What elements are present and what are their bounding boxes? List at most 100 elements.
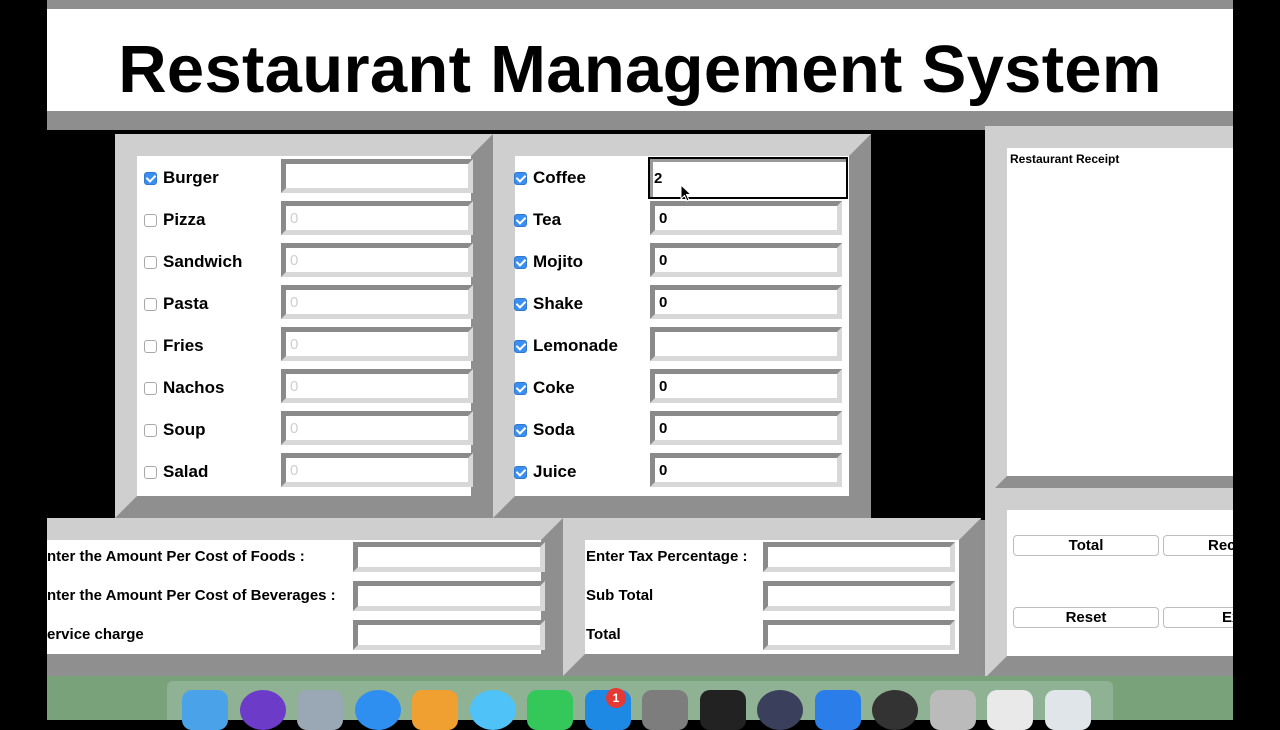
subtotal-field[interactable] <box>763 581 955 611</box>
drink-checkbox[interactable] <box>514 213 527 227</box>
app-store-badge: 1 <box>606 688 626 708</box>
food-row: Pizza <box>144 207 206 233</box>
drink-quantity-field[interactable]: 0 <box>650 285 842 319</box>
drink-row: Juice <box>514 459 576 485</box>
food-row: Burger <box>144 165 219 191</box>
food-label: Pasta <box>163 294 209 313</box>
food-label: Burger <box>163 168 219 187</box>
tax-field[interactable] <box>763 542 955 572</box>
food-row: Pasta <box>144 291 208 317</box>
trash-icon[interactable] <box>1044 690 1091 730</box>
eclipse-icon[interactable] <box>757 690 803 730</box>
food-checkbox[interactable] <box>144 297 157 311</box>
service-charge-label: ervice charge <box>47 626 144 643</box>
drink-quantity-field[interactable]: 0 <box>650 201 842 235</box>
food-quantity-field[interactable]: 0 <box>281 411 473 445</box>
system-preferences-icon[interactable] <box>642 690 688 730</box>
photos-icon[interactable] <box>412 690 458 730</box>
food-label: Sandwich <box>163 252 243 271</box>
tax-label: Enter Tax Percentage : <box>586 548 748 565</box>
receipt-title: Restaurant Receipt <box>1010 152 1120 166</box>
food-quantity-field[interactable]: 0 <box>281 201 473 235</box>
food-row: Salad <box>144 459 208 485</box>
buttons-panel <box>985 488 1233 678</box>
food-quantity-field[interactable]: 0 <box>281 285 473 319</box>
messages-icon[interactable] <box>469 690 516 730</box>
drink-checkbox[interactable] <box>514 171 527 185</box>
subtotal-label: Sub Total <box>586 587 654 604</box>
drink-row: Coke <box>514 375 575 401</box>
food-checkbox[interactable] <box>144 381 157 395</box>
receipt-button[interactable]: Rec <box>1163 535 1233 556</box>
food-label: Fries <box>163 336 204 355</box>
food-quantity-field[interactable]: 0 <box>281 327 473 361</box>
food-label: Salad <box>163 462 209 481</box>
food-label: Nachos <box>163 378 225 397</box>
beverage-cost-label: nter the Amount Per Cost of Beverages : <box>47 587 336 604</box>
drink-row: Coffee <box>514 165 586 191</box>
service-charge-field[interactable] <box>353 620 545 650</box>
title-banner: Restaurant Management System <box>47 9 1233 111</box>
drink-quantity-field[interactable]: 0 <box>650 453 842 487</box>
food-checkbox[interactable] <box>144 171 157 185</box>
keynote-icon[interactable] <box>814 690 861 730</box>
drink-label: Juice <box>533 462 577 481</box>
drink-quantity-field[interactable]: 2 <box>648 157 848 199</box>
food-checkbox[interactable] <box>144 465 157 479</box>
script-editor-icon[interactable] <box>929 690 976 730</box>
drink-checkbox[interactable] <box>514 381 527 395</box>
total-button[interactable]: Total <box>1013 535 1159 556</box>
launchpad-icon[interactable] <box>297 690 343 730</box>
food-checkbox[interactable] <box>144 213 157 227</box>
food-checkbox[interactable] <box>144 255 157 269</box>
drink-row: Soda <box>514 417 575 443</box>
drink-quantity-field[interactable]: 0 <box>650 411 842 445</box>
drink-quantity-field[interactable] <box>650 327 842 361</box>
exit-button[interactable]: Ex <box>1163 607 1233 628</box>
total-field[interactable] <box>763 620 955 650</box>
drink-checkbox[interactable] <box>514 297 527 311</box>
receipt-panel: Restaurant Receipt <box>985 126 1233 498</box>
drink-checkbox[interactable] <box>514 339 527 353</box>
quicktime-icon[interactable] <box>872 690 918 730</box>
food-row: Soup <box>144 417 206 443</box>
drink-label: Coke <box>533 378 575 397</box>
drink-label: Soda <box>533 420 575 439</box>
drink-quantity-field[interactable]: 0 <box>650 243 842 277</box>
beverage-cost-field[interactable] <box>353 581 545 611</box>
food-quantity-field[interactable]: 0 <box>281 453 473 487</box>
food-row: Nachos <box>144 375 224 401</box>
food-cost-field[interactable] <box>353 542 545 572</box>
drink-row: Shake <box>514 291 583 317</box>
preview-icon[interactable] <box>987 690 1033 730</box>
mouse-pointer-icon <box>680 184 692 202</box>
drink-quantity-field[interactable]: 0 <box>650 369 842 403</box>
terminal-icon[interactable] <box>699 690 746 730</box>
food-quantity-field[interactable] <box>281 159 473 193</box>
food-cost-label: nter the Amount Per Cost of Foods : <box>47 548 305 565</box>
food-quantity-field[interactable]: 0 <box>281 369 473 403</box>
drink-checkbox[interactable] <box>514 423 527 437</box>
food-row: Sandwich <box>144 249 242 275</box>
food-quantity-field[interactable]: 0 <box>281 243 473 277</box>
app-window: Restaurant Management System Burger Pizza… <box>47 0 1233 720</box>
safari-icon[interactable] <box>354 690 401 730</box>
reset-button[interactable]: Reset <box>1013 607 1159 628</box>
food-checkbox[interactable] <box>144 423 157 437</box>
drink-row: Lemonade <box>514 333 618 359</box>
finder-icon[interactable] <box>182 690 228 730</box>
drink-checkbox[interactable] <box>514 465 527 479</box>
siri-icon[interactable] <box>239 690 286 730</box>
facetime-icon[interactable] <box>527 690 573 730</box>
food-checkbox[interactable] <box>144 339 157 353</box>
drink-label: Lemonade <box>533 336 619 355</box>
food-label: Soup <box>163 420 206 439</box>
drink-checkbox[interactable] <box>514 255 527 269</box>
drink-label: Mojito <box>533 252 584 271</box>
drink-label: Shake <box>533 294 584 313</box>
app-title: Restaurant Management System <box>118 32 1162 107</box>
food-row: Fries <box>144 333 204 359</box>
drink-label: Tea <box>533 210 562 229</box>
drink-row: Mojito <box>514 249 583 275</box>
receipt-text-area[interactable]: Restaurant Receipt <box>1007 148 1233 476</box>
